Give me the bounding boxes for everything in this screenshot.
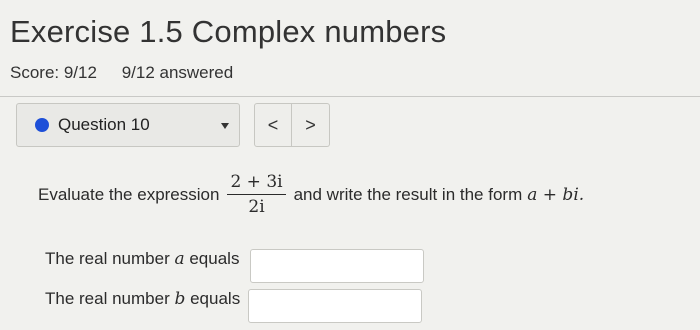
- score-summary: Score: 9/12 9/12 answered: [10, 63, 253, 83]
- question-selector[interactable]: Question 10: [16, 103, 240, 147]
- answer-row-real-a: The real number a equals: [45, 249, 424, 283]
- chevron-left-icon: <: [267, 114, 279, 135]
- answer-row-real-b: The real number b equals: [45, 289, 422, 323]
- next-question-button[interactable]: >: [292, 103, 330, 147]
- chevron-right-icon: >: [305, 114, 316, 135]
- answer-label-suffix: equals: [190, 289, 241, 308]
- dropdown-caret-icon: [221, 123, 229, 129]
- answer-input-b[interactable]: [248, 289, 422, 323]
- answer-label: The real number a equals: [45, 249, 239, 269]
- answer-variable: b: [174, 289, 186, 309]
- page-title: Exercise 1.5 Complex numbers: [10, 14, 447, 49]
- score-text: Score: 9/12: [10, 63, 97, 82]
- fraction-expression: 2 + 3i 2i: [227, 172, 286, 217]
- question-selector-label: Question 10: [58, 115, 150, 134]
- question-status-dot-icon: [35, 118, 49, 132]
- header-divider: [0, 96, 700, 97]
- question-prompt-end: and write the result in the form: [293, 184, 523, 204]
- fraction-numerator: 2 + 3i: [230, 172, 283, 192]
- answer-label-suffix: equals: [189, 249, 240, 268]
- answer-label: The real number b equals: [45, 289, 240, 309]
- answer-input-a[interactable]: [250, 249, 424, 283]
- fraction-denominator: 2i: [248, 197, 265, 217]
- target-form: a + bi.: [527, 184, 585, 205]
- answered-count: 9/12 answered: [121, 63, 234, 82]
- answer-variable: a: [174, 249, 185, 269]
- question-text: Evaluate the expression 2 + 3i 2i and wr…: [38, 172, 584, 217]
- previous-question-button[interactable]: <: [254, 103, 292, 147]
- answer-label-prefix: The real number: [45, 249, 170, 268]
- answer-label-prefix: The real number: [45, 289, 170, 308]
- question-prompt-start: Evaluate the expression: [38, 184, 220, 204]
